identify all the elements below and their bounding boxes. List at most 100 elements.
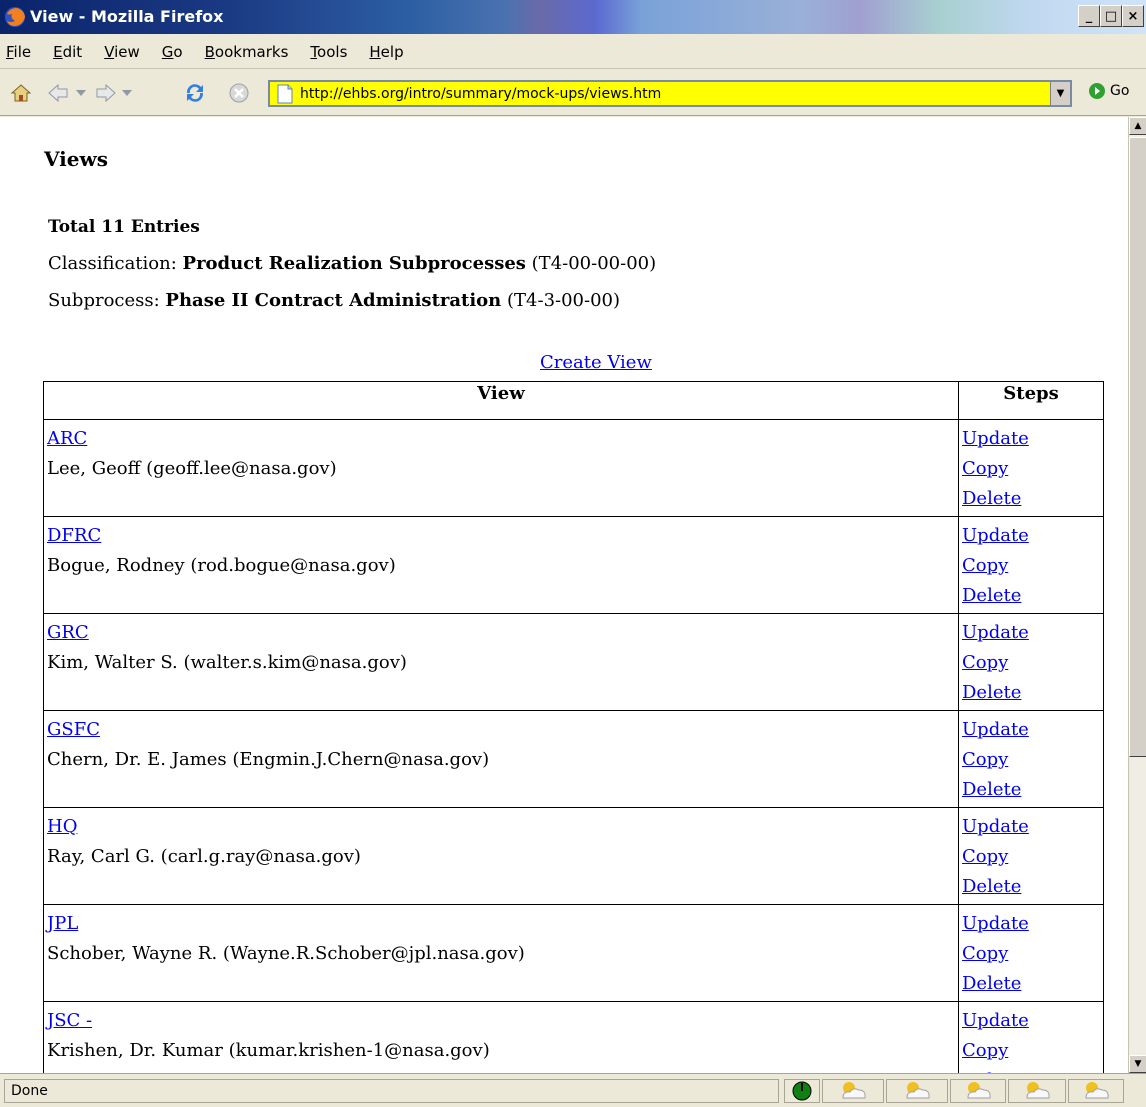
scrollbar-thumb[interactable] — [1129, 137, 1146, 757]
view-cell: JSC - Krishen, Dr. Kumar (kumar.krishen-1… — [43, 1001, 959, 1073]
menu-file[interactable]: File — [6, 43, 31, 61]
table-row: HQ Ray, Carl G. (carl.g.ray@nasa.gov) Upda… — [43, 807, 1104, 905]
delete-link[interactable]: Delete — [962, 775, 1101, 805]
window-controls: _ □ × — [1078, 5, 1144, 27]
copy-link[interactable]: Copy — [962, 1036, 1101, 1066]
delete-link[interactable]: Delete — [962, 484, 1101, 514]
scroll-up-button[interactable]: ▲ — [1129, 117, 1146, 135]
url-text[interactable]: http://ehbs.org/intro/summary/mock-ups/v… — [300, 86, 661, 102]
delete-link[interactable]: Delete — [962, 678, 1101, 708]
stop-icon[interactable] — [226, 80, 252, 106]
table-row: GRC Kim, Walter S. (walter.s.kim@nasa.gov… — [43, 613, 1104, 711]
address-bar[interactable]: http://ehbs.org/intro/summary/mock-ups/v… — [268, 80, 1072, 107]
table-row: JSC - Krishen, Dr. Kumar (kumar.krishen-1… — [43, 1001, 1104, 1073]
view-cell: GRC Kim, Walter S. (walter.s.kim@nasa.gov… — [43, 613, 959, 711]
contact-text: Schober, Wayne R. (Wayne.R.Schober@jpl.n… — [47, 943, 525, 964]
header-steps: Steps — [958, 381, 1104, 420]
go-button[interactable]: Go — [1088, 82, 1129, 100]
view-cell: HQ Ray, Carl G. (carl.g.ray@nasa.gov) — [43, 807, 959, 905]
view-cell: ARC Lee, Geoff (geoff.lee@nasa.gov) — [43, 419, 959, 517]
total-entries: Total 11 Entries — [48, 217, 200, 237]
back-icon[interactable] — [46, 80, 72, 106]
connection-status-icon — [784, 1079, 820, 1103]
delete-link[interactable]: Delete — [962, 1066, 1101, 1073]
table-row: JPL Schober, Wayne R. (Wayne.R.Schober@jp… — [43, 904, 1104, 1002]
menu-help[interactable]: Help — [369, 43, 403, 61]
status-bar: Done — [0, 1073, 1146, 1107]
view-link[interactable]: JPL — [47, 909, 956, 939]
weather-icon — [822, 1079, 884, 1103]
copy-link[interactable]: Copy — [962, 454, 1101, 484]
table-row: ARC Lee, Geoff (geoff.lee@nasa.gov) Update… — [43, 419, 1104, 517]
steps-cell: UpdateCopyDelete — [958, 1001, 1104, 1073]
contact-text: Ray, Carl G. (carl.g.ray@nasa.gov) — [47, 846, 361, 867]
header-view: View — [43, 381, 959, 420]
update-link[interactable]: Update — [962, 521, 1101, 551]
view-link[interactable]: HQ — [47, 812, 956, 842]
view-link[interactable]: ARC — [47, 424, 956, 454]
copy-link[interactable]: Copy — [962, 648, 1101, 678]
menu-bar: File Edit View Go Bookmarks Tools Help — [0, 35, 1146, 69]
vertical-scrollbar[interactable]: ▲ ▼ — [1128, 117, 1146, 1073]
page-icon — [277, 84, 293, 103]
steps-cell: UpdateCopyDelete — [958, 904, 1104, 1002]
subprocess-line: Subprocess: Phase II Contract Administra… — [48, 290, 621, 311]
close-button[interactable]: × — [1122, 5, 1144, 27]
update-link[interactable]: Update — [962, 1006, 1101, 1036]
firefox-icon — [5, 7, 25, 27]
menu-go[interactable]: Go — [162, 43, 183, 61]
url-dropdown-button[interactable]: ▼ — [1050, 82, 1070, 105]
views-table: View Steps ARC Lee, Geoff (geoff.lee@nasa… — [43, 381, 1104, 1073]
update-link[interactable]: Update — [962, 424, 1101, 454]
view-cell: GSFC Chern, Dr. E. James (Engmin.J.Chern@… — [43, 710, 959, 808]
update-link[interactable]: Update — [962, 909, 1101, 939]
update-link[interactable]: Update — [962, 618, 1101, 648]
view-link[interactable]: JSC - — [47, 1006, 956, 1036]
go-label: Go — [1110, 83, 1130, 99]
classification-name: Product Realization Subprocesses — [182, 253, 526, 274]
table-row: DFRC Bogue, Rodney (rod.bogue@nasa.gov) Up… — [43, 516, 1104, 614]
copy-link[interactable]: Copy — [962, 551, 1101, 581]
delete-link[interactable]: Delete — [962, 872, 1101, 902]
navigation-toolbar: http://ehbs.org/intro/summary/mock-ups/v… — [0, 70, 1146, 116]
contact-text: Bogue, Rodney (rod.bogue@nasa.gov) — [47, 555, 396, 576]
menu-tools[interactable]: Tools — [310, 43, 347, 61]
maximize-button[interactable]: □ — [1100, 5, 1122, 27]
page-content: Views Total 11 Entries Classification: P… — [0, 117, 1128, 1073]
menu-view[interactable]: View — [104, 43, 140, 61]
contact-text: Kim, Walter S. (walter.s.kim@nasa.gov) — [47, 652, 407, 673]
view-link[interactable]: DFRC — [47, 521, 956, 551]
forward-icon[interactable] — [92, 80, 118, 106]
copy-link[interactable]: Copy — [962, 939, 1101, 969]
reload-icon[interactable] — [182, 80, 208, 106]
steps-cell: UpdateCopyDelete — [958, 613, 1104, 711]
steps-cell: UpdateCopyDelete — [958, 516, 1104, 614]
go-icon — [1089, 83, 1105, 99]
view-cell: JPL Schober, Wayne R. (Wayne.R.Schober@jp… — [43, 904, 959, 1002]
forward-dropdown-icon[interactable] — [120, 80, 134, 106]
update-link[interactable]: Update — [962, 715, 1101, 745]
create-view-link[interactable]: Create View — [540, 352, 652, 373]
view-link[interactable]: GSFC — [47, 715, 956, 745]
menu-bookmarks[interactable]: Bookmarks — [205, 43, 289, 61]
scroll-down-button[interactable]: ▼ — [1129, 1055, 1146, 1073]
table-header-row: View Steps — [43, 381, 1104, 420]
contact-text: Chern, Dr. E. James (Engmin.J.Chern@nasa… — [47, 749, 490, 770]
view-link[interactable]: GRC — [47, 618, 956, 648]
weather-icon — [950, 1079, 1006, 1103]
weather-icon — [1008, 1079, 1066, 1103]
home-icon[interactable] — [8, 80, 34, 106]
delete-link[interactable]: Delete — [962, 581, 1101, 611]
weather-icon — [886, 1079, 948, 1103]
copy-link[interactable]: Copy — [962, 842, 1101, 872]
minimize-button[interactable]: _ — [1078, 5, 1100, 27]
copy-link[interactable]: Copy — [962, 745, 1101, 775]
menu-edit[interactable]: Edit — [53, 43, 82, 61]
steps-cell: UpdateCopyDelete — [958, 710, 1104, 808]
delete-link[interactable]: Delete — [962, 969, 1101, 999]
status-text: Done — [4, 1079, 779, 1103]
update-link[interactable]: Update — [962, 812, 1101, 842]
back-dropdown-icon[interactable] — [74, 80, 88, 106]
weather-icon — [1068, 1079, 1124, 1103]
contact-text: Lee, Geoff (geoff.lee@nasa.gov) — [47, 458, 337, 479]
